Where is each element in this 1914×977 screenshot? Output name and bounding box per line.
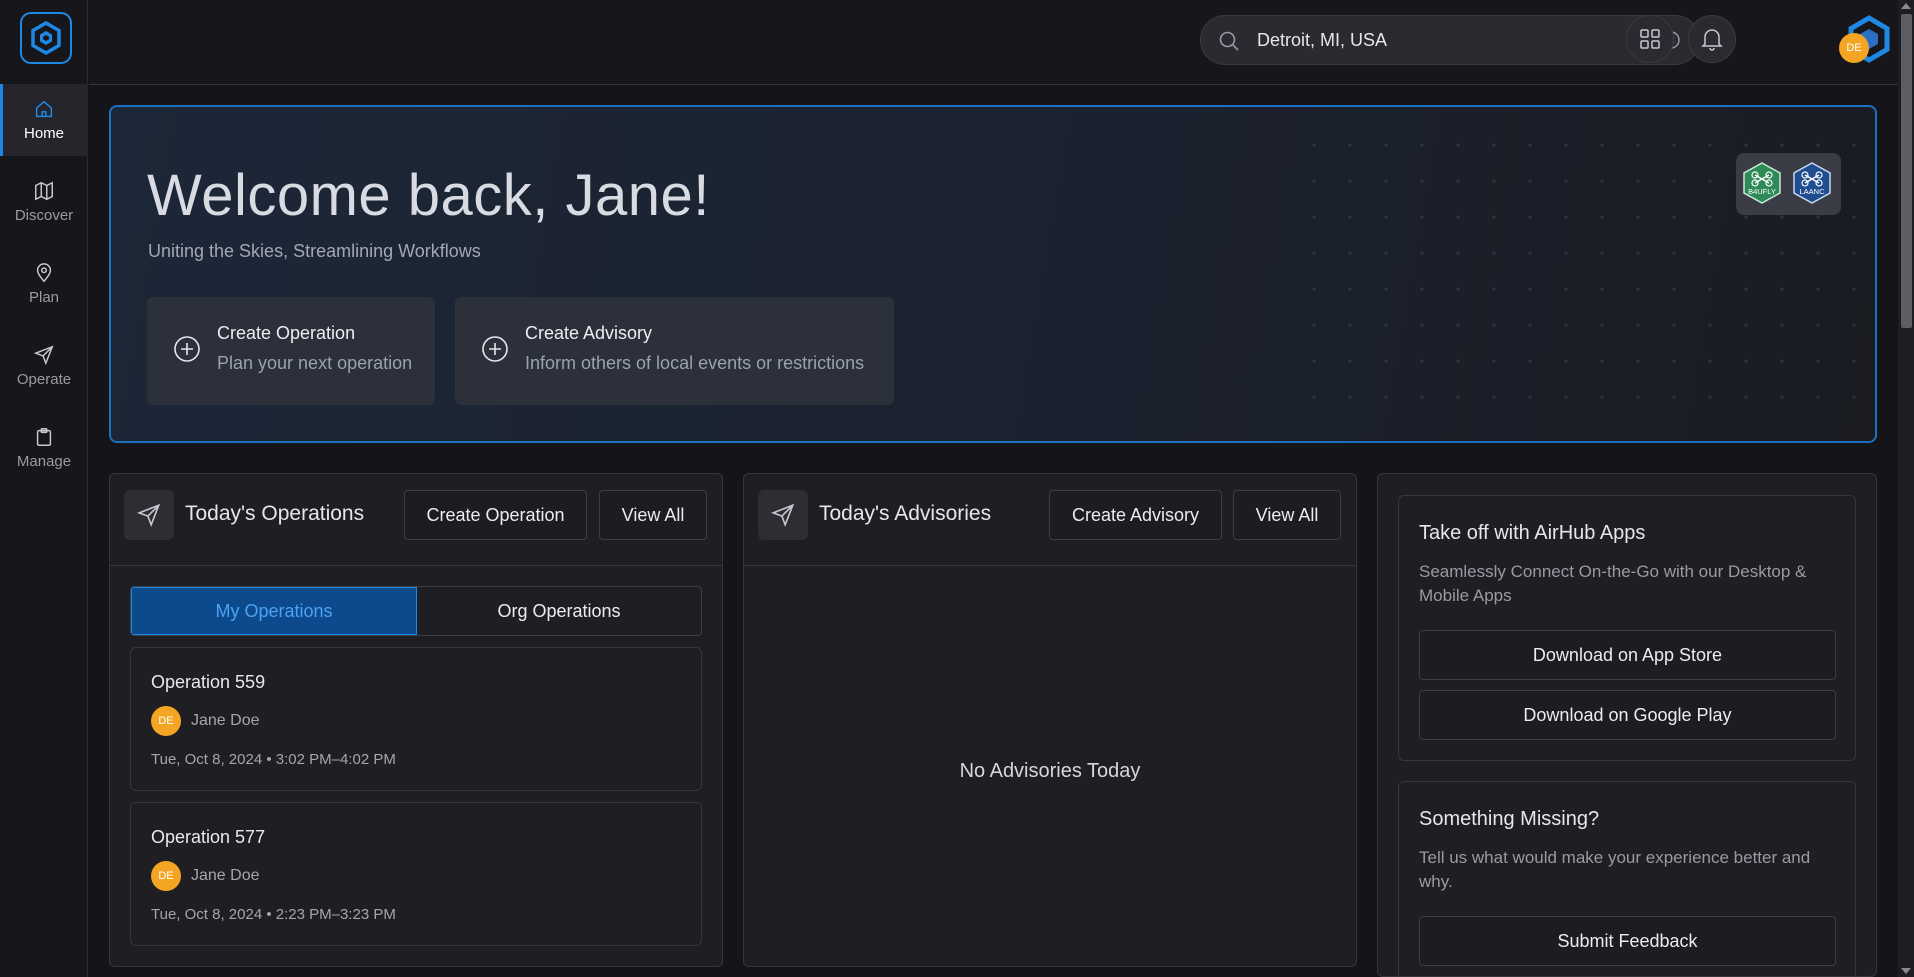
scroll-up-icon[interactable] [1901,3,1911,9]
welcome-banner: Welcome back, Jane! Uniting the Skies, S… [109,105,1877,443]
operation-card[interactable]: Operation 559 DE Jane Doe Tue, Oct 8, 20… [130,647,702,791]
panel-icon [124,490,174,540]
create-operation-button[interactable]: Create Operation [404,490,587,540]
sidebar-item-operate[interactable]: Operate [0,330,88,402]
app-store-button[interactable]: Download on App Store [1419,630,1836,680]
sidebar-item-manage[interactable]: Manage [0,412,88,484]
sidebar: Home Discover Plan Operate Manage [0,0,88,977]
avatar: DE [151,706,181,736]
map-pin-icon [36,263,52,283]
operation-time: Tue, Oct 8, 2024 • 3:02 PM–4:02 PM [151,751,396,768]
panel-header: Today's Operations Create Operation View… [110,474,722,566]
scroll-thumb[interactable] [1901,14,1912,328]
send-icon [33,345,54,366]
card-title: Something Missing? [1419,808,1600,830]
page-scrollbar[interactable] [1898,0,1914,977]
card-title: Create Operation [217,323,356,343]
home-icon [35,100,53,118]
card-subtitle: Inform others of local events or restric… [525,353,865,373]
panel-title: Today's Operations [185,502,365,525]
todays-operations-panel: Today's Operations Create Operation View… [109,473,723,967]
sidebar-item-home[interactable]: Home [0,84,88,156]
panel-header: Today's Advisories Create Advisory View … [744,474,1356,566]
panel-title: Today's Advisories [819,502,992,525]
map-icon [35,181,53,201]
plus-circle-icon [482,336,508,362]
location-search [1200,15,1700,65]
view-all-advisories-button[interactable]: View All [1233,490,1341,540]
airhub-apps-card: Take off with AirHub Apps Seamlessly Con… [1398,495,1856,761]
svg-text:B4UFLY: B4UFLY [1748,187,1776,196]
user-menu[interactable]: DE [1839,15,1890,65]
card-subtitle: Plan your next operation [217,353,413,373]
sidebar-item-plan[interactable]: Plan [0,248,88,320]
operation-time: Tue, Oct 8, 2024 • 2:23 PM–3:23 PM [151,906,396,923]
operation-card[interactable]: Operation 577 DE Jane Doe Tue, Oct 8, 20… [130,802,702,946]
operation-user: Jane Doe [191,712,260,729]
create-advisory-button[interactable]: Create Advisory [1049,490,1222,540]
create-operation-card[interactable]: Create Operation Plan your next operatio… [147,297,435,405]
airhub-logo[interactable] [20,12,72,64]
right-column-panel: Take off with AirHub Apps Seamlessly Con… [1377,473,1877,977]
card-title: Create Advisory [525,323,653,343]
feedback-card: Something Missing? Tell us what would ma… [1398,781,1856,976]
todays-advisories-panel: Today's Advisories Create Advisory View … [743,473,1357,967]
sidebar-item-label: Operate [16,371,72,388]
avatar: DE [1839,33,1869,63]
sidebar-item-label: Discover [14,207,74,224]
card-description: Seamlessly Connect On-the-Go with our De… [1419,562,1807,605]
page-title: Welcome back, Jane! [147,163,710,228]
operations-tabs: My Operations Org Operations [130,586,702,636]
apps-grid-button[interactable] [1626,15,1674,63]
b4ufly-badge-icon: B4UFLY [1743,162,1781,204]
avatar: DE [151,861,181,891]
svg-text:LAANC: LAANC [1799,187,1825,196]
send-icon [136,503,161,528]
clipboard-icon [36,428,52,446]
bell-icon [1701,29,1723,51]
view-all-operations-button[interactable]: View All [599,490,707,540]
empty-state: No Advisories Today [959,760,1141,782]
partner-badges: B4UFLY LAANC [1736,153,1841,215]
grid-icon [1640,29,1660,49]
laanc-badge-icon: LAANC [1793,162,1831,204]
card-title: Take off with AirHub Apps [1419,522,1646,544]
search-icon [1219,31,1239,51]
operation-name: Operation 559 [151,672,266,692]
sidebar-item-label: Manage [16,453,72,470]
google-play-button[interactable]: Download on Google Play [1419,690,1836,740]
tab-my-operations[interactable]: My Operations [131,587,417,635]
search-input[interactable] [1257,16,1657,64]
tab-org-operations[interactable]: Org Operations [417,587,701,635]
operation-name: Operation 577 [151,827,266,847]
sidebar-item-label: Home [23,125,64,142]
operation-user: Jane Doe [191,867,260,884]
top-bar: DE + [89,0,1898,85]
plus-circle-icon [174,336,200,362]
sidebar-item-label: Plan [28,289,60,306]
hexagon-logo-icon [31,21,61,55]
submit-feedback-button[interactable]: Submit Feedback [1419,916,1836,966]
notifications-button[interactable] [1688,15,1736,63]
card-description: Tell us what would make your experience … [1419,848,1811,891]
page-subtitle: Uniting the Skies, Streamlining Workflow… [148,241,481,261]
send-icon [770,503,795,528]
create-advisory-card[interactable]: Create Advisory Inform others of local e… [455,297,894,405]
sidebar-item-discover[interactable]: Discover [0,166,88,238]
scroll-down-icon[interactable] [1901,968,1911,974]
panel-icon [758,490,808,540]
